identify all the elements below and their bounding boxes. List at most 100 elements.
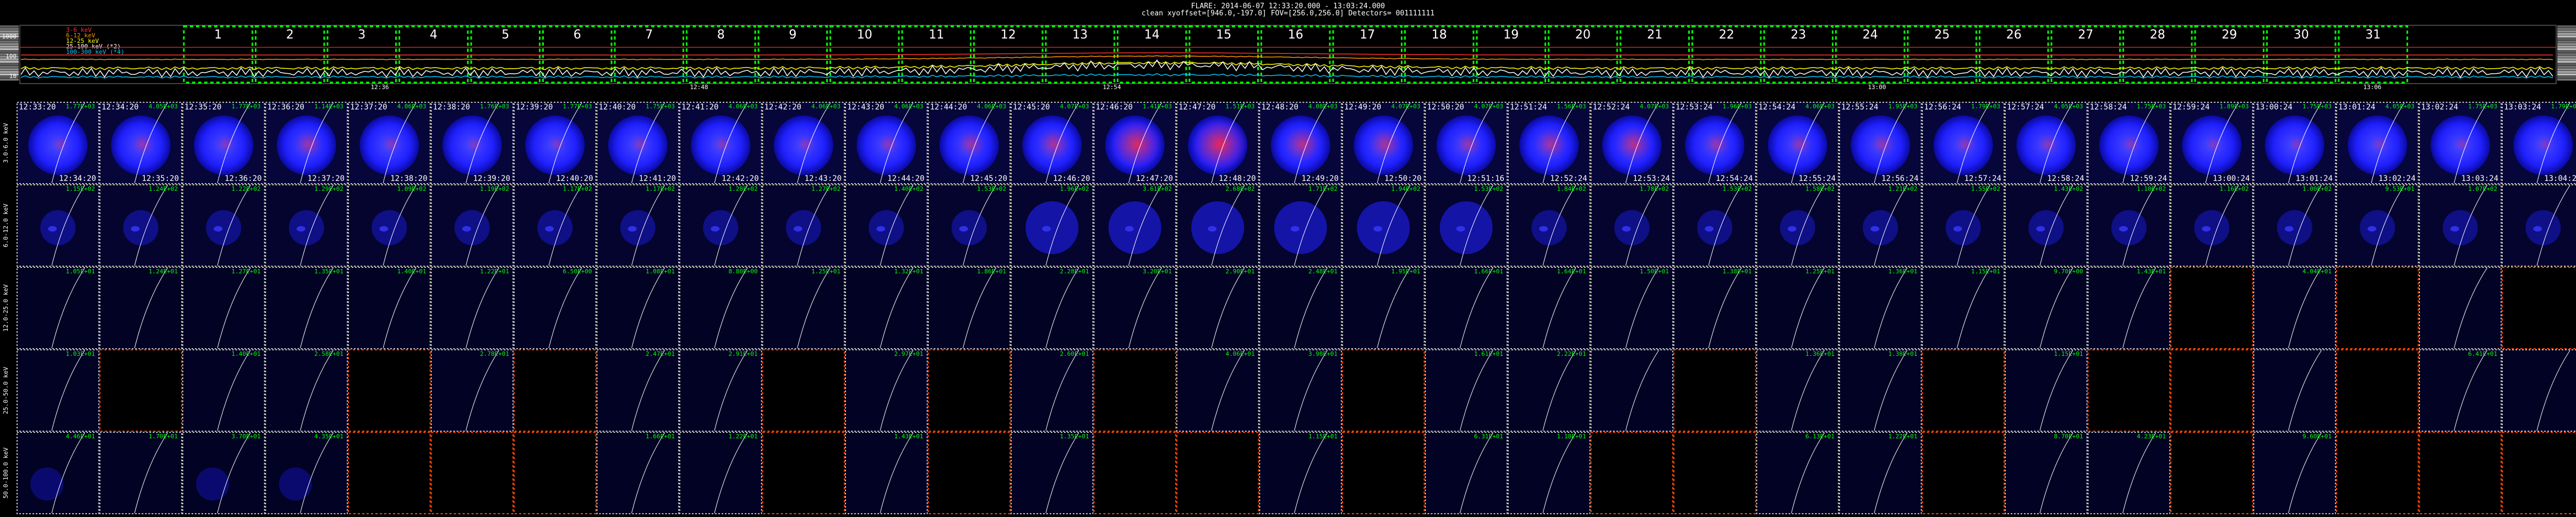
peak-value: 1.96E+03 xyxy=(1723,103,1752,110)
interval-start-time: 12:36:20 xyxy=(268,103,304,112)
interval-start-time: 12:55:24 xyxy=(1841,103,1878,112)
source-core xyxy=(296,226,305,232)
map-cell: 1.22E+01 xyxy=(1839,432,1922,514)
map-cell: 1.53E+02 xyxy=(927,184,1011,267)
map-cell: 4.23E+01 xyxy=(2087,432,2170,514)
interval-end-time: 12:45:20 xyxy=(970,174,1007,183)
interval-end-time: 12:57:24 xyxy=(1964,174,2001,183)
peak-value: 2.58E+01 xyxy=(314,350,343,358)
map-cell: 6.50E+00 xyxy=(514,267,597,349)
map-cell xyxy=(2253,349,2336,432)
map-cell: 1.78E+02 xyxy=(1590,184,1673,267)
interval-label: 13 xyxy=(1072,28,1088,42)
source-core xyxy=(793,226,803,232)
map-cell: 1.24E+02 xyxy=(99,184,182,267)
map-frame xyxy=(1508,432,1591,514)
map-cell: 2.58E+01 xyxy=(265,349,348,432)
interval-label: 26 xyxy=(2006,28,2022,42)
plot-header: FLARE: 2014-06-07 12:33:20.000 - 13:03:2… xyxy=(0,0,2576,18)
interval-start-time: 12:33:20 xyxy=(19,103,56,112)
source-core xyxy=(1954,133,1977,155)
peak-value: 1.77E+03 xyxy=(563,103,592,110)
map-frame xyxy=(1508,267,1591,349)
map-frame xyxy=(1590,267,1673,349)
map-cell: 6.41E+01 xyxy=(2419,349,2502,432)
map-cell: 4.06E+03 12:41:20 12:42:20 xyxy=(679,102,762,184)
map-cell: 1.71E+02 xyxy=(1259,184,1342,267)
map-cell: 1.32E+01 xyxy=(845,267,928,349)
peak-value: 1.08E+01 xyxy=(646,268,675,275)
empty-map-frame xyxy=(514,432,597,514)
left-scale-band xyxy=(0,25,19,28)
imaging-params: clean xyoffset=[946.0,-197.0] FOV=[256.0… xyxy=(1141,9,1435,18)
map-cell: 4.46E+01 xyxy=(17,432,100,514)
map-cell: 2.22E+01 xyxy=(1508,349,1591,432)
map-frame xyxy=(679,432,762,514)
map-cell: 1.25E+01 xyxy=(762,267,845,349)
map-cell: 4.07E+03 12:49:20 12:50:20 xyxy=(1342,102,1425,184)
map-cell: 3.20E+01 xyxy=(1093,267,1176,349)
interval-start-time: 12:47:20 xyxy=(1178,103,1215,112)
map-frame xyxy=(845,432,928,514)
peak-value: 8.70E+01 xyxy=(2054,433,2083,440)
interval-end-time: 12:50:20 xyxy=(1384,174,1421,183)
map-frame xyxy=(1425,349,1508,432)
map-cell: 1.10E+02 xyxy=(2087,184,2170,267)
source-core xyxy=(1705,226,1714,232)
interval-end-time: 12:41:20 xyxy=(639,174,676,183)
interval-end-time: 12:48:20 xyxy=(1219,174,1256,183)
peak-value: 1.66E+01 xyxy=(646,433,675,440)
right-scale-band xyxy=(2557,78,2576,81)
map-frame xyxy=(348,267,431,349)
map-cell xyxy=(348,349,431,432)
map-frame xyxy=(1093,267,1176,349)
peak-value: 1.24E+02 xyxy=(149,185,178,193)
right-scale-band xyxy=(2557,38,2576,40)
source-disk xyxy=(372,210,407,245)
map-cell: 4.06E+01 xyxy=(1176,349,1259,432)
source-disk xyxy=(869,210,904,245)
peak-value: 1.22E+01 xyxy=(1889,433,1918,440)
map-cell: 1.96E+03 12:53:24 12:54:24 xyxy=(1673,102,1756,184)
peak-value: 1.77E+03 xyxy=(232,103,261,110)
map-cell xyxy=(2087,349,2170,432)
source-disk xyxy=(206,210,242,245)
map-cell: 1.21E+02 xyxy=(1839,184,1922,267)
map-frame xyxy=(514,267,597,349)
map-cell: 4.08E+03 12:48:20 12:49:20 xyxy=(1259,102,1342,184)
map-cell xyxy=(430,432,514,514)
map-cell: 4.35E+01 xyxy=(265,432,348,514)
y-tick-label: 1000 xyxy=(2,33,17,40)
row-energy-label: 6.0-12.0 keV xyxy=(2,204,9,248)
peak-value: 1.40E+01 xyxy=(397,268,427,275)
map-cell: 1.19E+02 xyxy=(430,184,514,267)
peak-value: 1.43E+02 xyxy=(2054,185,2083,193)
empty-map-frame xyxy=(927,432,1011,514)
interval-start-time: 12:46:20 xyxy=(1096,103,1133,112)
peak-value: 1.79E+03 xyxy=(1971,103,2000,110)
source-disk xyxy=(30,468,64,501)
map-frame xyxy=(1508,349,1591,432)
map-cell: 1.17E+02 xyxy=(514,184,597,267)
map-cell: 1.09E+02 xyxy=(348,184,431,267)
interval-start-time: 13:00:24 xyxy=(2256,103,2293,112)
interval-start-time: 12:57:24 xyxy=(2007,103,2044,112)
map-frame xyxy=(182,349,265,432)
interval-start-time: 13:03:24 xyxy=(2504,103,2541,112)
interval-start-time: 13:02:24 xyxy=(2421,103,2458,112)
left-scale-band xyxy=(0,40,19,43)
interval-start-time: 12:58:24 xyxy=(2090,103,2127,112)
peak-value: 1.43E+01 xyxy=(2137,268,2166,275)
y-tick-label: 10 xyxy=(9,73,17,80)
source-core xyxy=(462,226,471,232)
map-cell: 1.36E+01 xyxy=(1756,349,1839,432)
x-tick-label: 12:54 xyxy=(1103,84,1121,91)
peak-value: 6.41E+01 xyxy=(2468,350,2497,358)
interval-end-time: 12:56:24 xyxy=(1881,174,1918,183)
map-frame xyxy=(596,267,679,349)
map-cell: 1.86E+01 xyxy=(927,267,1011,349)
peak-value: 2.48E+01 xyxy=(1308,268,1338,275)
source-disk xyxy=(951,210,987,245)
map-frame xyxy=(2253,349,2336,432)
peak-value: 1.22E+01 xyxy=(480,268,509,275)
